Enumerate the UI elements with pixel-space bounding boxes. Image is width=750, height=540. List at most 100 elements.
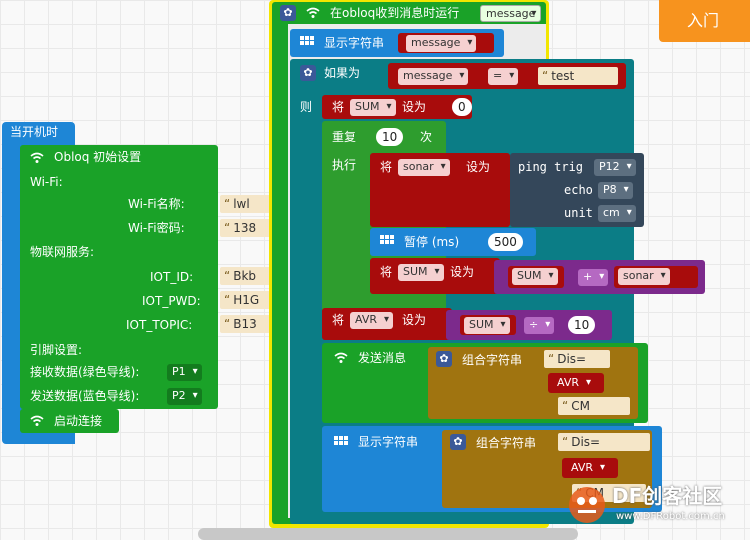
wifi-icon <box>334 352 348 363</box>
ping-label: ping trig <box>518 160 584 174</box>
obloq-init-block[interactable]: Obloq 初始设置 Wi-Fi: Wi-Fi名称: Wi-Fi密码: 物联网服… <box>20 145 218 409</box>
iot-topic-value[interactable]: “B13 <box>220 315 272 333</box>
join1-string-2[interactable]: “CM <box>558 397 630 415</box>
repeat-times-value[interactable]: 10 <box>376 128 404 146</box>
led-grid-icon <box>300 36 314 50</box>
set-avr-block[interactable]: 将 AVR 设为 <box>322 308 452 340</box>
pause-block[interactable]: 暂停 (ms) 500 <box>370 228 536 256</box>
compare-block[interactable]: message = “test <box>388 63 626 89</box>
set-mid: 设为 <box>402 313 427 327</box>
join1-var-slot[interactable]: AVR <box>548 373 604 393</box>
set-prefix: 将 <box>332 313 345 327</box>
iot-header: 物联网服务: <box>30 245 95 259</box>
join1-string-1[interactable]: “Dis= <box>544 350 610 368</box>
set-sum-block[interactable]: 将 SUM 设为 0 <box>322 95 472 119</box>
add-right-slot[interactable]: sonar <box>614 266 698 288</box>
if-value-string[interactable]: “test <box>538 67 618 85</box>
on-start-hat-label: 当开机时 <box>10 125 59 139</box>
add-expression-block[interactable]: SUM + sonar <box>494 260 705 294</box>
show-string-label: 显示字符串 <box>358 435 419 449</box>
repeat-suffix: 次 <box>420 130 433 144</box>
iot-pwd-label: IOT_PWD: <box>142 294 201 308</box>
join-string-label: 组合字符串 <box>462 353 523 367</box>
iot-id-label: IOT_ID: <box>150 270 194 284</box>
wifi-icon <box>30 152 44 163</box>
set-sonar-var-dropdown[interactable]: sonar <box>398 159 450 176</box>
quote-icon: “ <box>224 269 231 283</box>
start-connect-label: 启动连接 <box>54 414 103 428</box>
quote-icon: “ <box>548 352 555 366</box>
set-sum-var-dropdown[interactable]: SUM <box>398 264 444 281</box>
gear-icon[interactable]: ✿ <box>436 351 452 367</box>
led-grid-icon <box>334 436 348 450</box>
unit-dropdown[interactable]: cm <box>598 205 636 222</box>
obloq-init-label: Obloq 初始设置 <box>54 150 142 164</box>
sum-initial-value[interactable]: 0 <box>452 98 472 116</box>
iot-id-value[interactable]: “Bkb <box>220 267 272 285</box>
add-left-dropdown[interactable]: SUM <box>512 268 558 285</box>
join2-string-1[interactable]: “Dis= <box>558 433 650 451</box>
quote-icon: “ <box>562 399 569 413</box>
trig-pin-dropdown[interactable]: P12 <box>594 159 636 176</box>
led-grid-icon <box>380 235 394 249</box>
set-mid: 设为 <box>402 100 427 114</box>
join-string-block-1[interactable]: ✿ 组合字符串 “Dis= AVR “CM <box>428 347 638 419</box>
add-op-dropdown[interactable]: + <box>578 269 609 286</box>
dfrobot-logo-icon <box>569 487 605 523</box>
set-prefix: 将 <box>332 100 345 114</box>
div-left-slot[interactable]: SUM <box>460 315 516 335</box>
set-sum-var-dropdown[interactable]: SUM <box>350 99 396 116</box>
set-sonar-block[interactable]: 将 sonar 设为 <box>370 153 510 227</box>
unit-label: unit <box>564 206 593 220</box>
set-prefix: 将 <box>380 265 393 279</box>
start-connect-block[interactable]: 启动连接 <box>20 409 119 433</box>
message-var-slot[interactable]: message <box>398 33 494 53</box>
repeat-label: 重复 <box>332 130 357 144</box>
then-label: 则 <box>300 100 313 114</box>
quote-icon: “ <box>224 293 231 307</box>
rx-label: 接收数据(绿色导线): <box>30 365 140 379</box>
set-mid: 设为 <box>466 160 491 174</box>
send-message-label: 发送消息 <box>358 351 407 365</box>
set-avr-var-dropdown[interactable]: AVR <box>350 312 393 329</box>
wifi-name-value[interactable]: “lwl <box>220 195 272 213</box>
message-param[interactable]: message <box>480 5 542 22</box>
join1-var-dropdown[interactable]: AVR <box>552 375 595 392</box>
add-right-dropdown[interactable]: sonar <box>618 268 670 285</box>
join2-var-slot[interactable]: AVR <box>562 458 618 478</box>
rx-pin-dropdown[interactable]: P1 <box>167 364 202 381</box>
wifi-pwd-value[interactable]: “138 <box>220 219 272 237</box>
divide-expression-block[interactable]: SUM ÷ 10 <box>446 310 612 340</box>
iot-pwd-value[interactable]: “H1G <box>220 291 272 309</box>
echo-label: echo <box>564 183 593 197</box>
ping-block[interactable]: ping trig P12 echo P8 unit cm <box>510 153 644 227</box>
div-left-dropdown[interactable]: SUM <box>464 317 510 334</box>
iot-topic-label: IOT_TOPIC: <box>126 318 193 332</box>
set-sum-add-block[interactable]: 将 SUM 设为 <box>370 258 500 294</box>
tx-pin-dropdown[interactable]: P2 <box>167 388 202 405</box>
pins-header: 引脚设置: <box>30 343 83 357</box>
div-op-dropdown[interactable]: ÷ <box>524 317 555 334</box>
add-left-slot[interactable]: SUM <box>508 266 564 288</box>
if-label: 如果为 <box>324 66 361 80</box>
tx-label: 发送数据(蓝色导线): <box>30 389 140 403</box>
divisor-value[interactable]: 10 <box>568 316 596 334</box>
quote-icon: “ <box>224 221 231 235</box>
horizontal-scrollbar[interactable] <box>198 528 578 540</box>
gear-icon[interactable]: ✿ <box>280 5 296 21</box>
message-var-dropdown[interactable]: message <box>406 35 477 52</box>
echo-pin-dropdown[interactable]: P8 <box>598 182 633 199</box>
show-string-block[interactable]: 显示字符串 message <box>290 29 504 57</box>
gear-icon[interactable]: ✿ <box>300 65 316 81</box>
quote-icon: “ <box>224 197 231 211</box>
quote-icon: “ <box>224 317 231 331</box>
join2-var-dropdown[interactable]: AVR <box>566 460 609 477</box>
gear-icon[interactable]: ✿ <box>450 434 466 450</box>
get-started-button[interactable]: 入门 <box>659 0 750 42</box>
compare-op-dropdown[interactable]: = <box>488 68 519 85</box>
watermark-url: www.DFRobot.com.cn <box>616 511 725 522</box>
pause-ms-value[interactable]: 500 <box>488 233 523 251</box>
if-var-dropdown[interactable]: message <box>398 68 469 85</box>
quote-icon: “ <box>562 435 569 449</box>
wifi-name-label: Wi-Fi名称: <box>128 197 185 211</box>
